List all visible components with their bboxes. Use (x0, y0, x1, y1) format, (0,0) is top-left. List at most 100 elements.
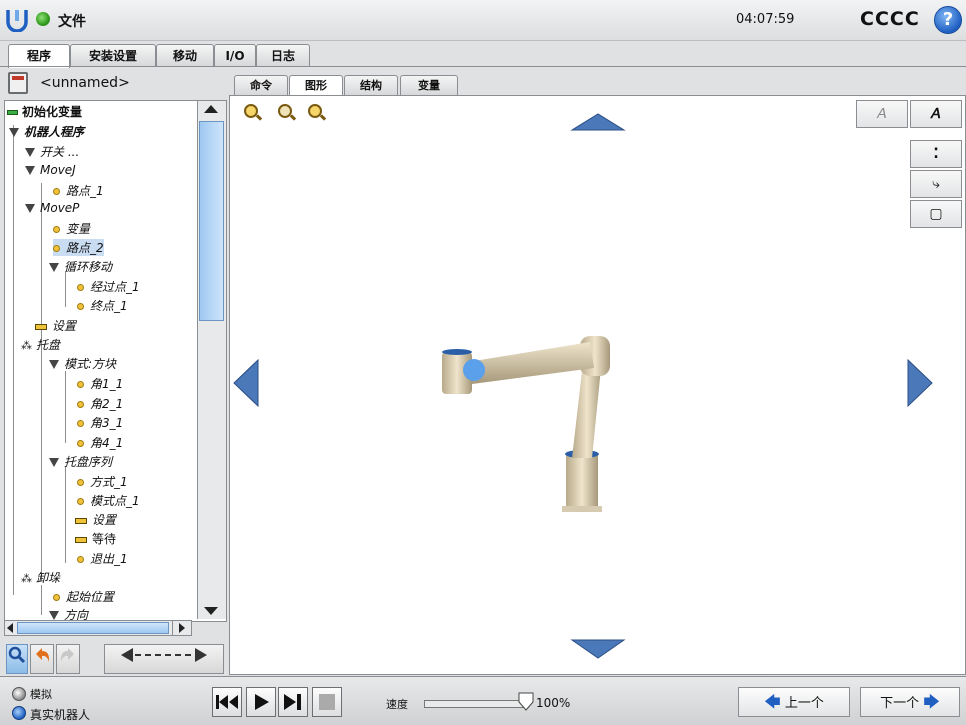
undo-button[interactable] (30, 644, 54, 674)
tree-item-corner-4[interactable]: 角4_1 (77, 434, 123, 451)
speed-slider-track[interactable] (424, 700, 528, 708)
program-tree: 初始化变量 机器人程序 开关 ... MoveJ 路点_1 MoveP 变量 路… (4, 100, 227, 622)
show-path-button[interactable]: ⤷ (910, 170, 962, 198)
robot-arm-illustration (442, 336, 610, 512)
search-button[interactable] (6, 644, 28, 674)
help-icon[interactable]: ? (934, 6, 962, 34)
simulation-label: 模拟 (30, 688, 52, 701)
scroll-up-icon[interactable] (204, 105, 218, 113)
tree-vertical-scrollbar[interactable] (197, 101, 226, 619)
speed-slider-fill (425, 701, 527, 707)
tree-item-approach[interactable]: 方式_1 (77, 473, 128, 490)
scroll-right-button[interactable] (172, 620, 192, 636)
pan-down-icon[interactable] (570, 638, 626, 660)
tree-item-circle-move[interactable]: 循环移动 (49, 258, 112, 275)
tree-item-corner-3[interactable]: 角3_1 (77, 414, 123, 431)
tree-item-end-point[interactable]: 终点_1 (77, 297, 128, 314)
tab-graphics[interactable]: 图形 (289, 75, 343, 96)
save-icon[interactable] (8, 72, 28, 94)
tree-item-set-2[interactable]: 设置 (75, 511, 116, 528)
tab-installation[interactable]: 安装设置 (70, 44, 156, 67)
tree-item-movep[interactable]: MoveP (25, 201, 79, 215)
tree-item-pattern-point[interactable]: 模式点_1 (77, 492, 140, 509)
tree-item-waypoint-1[interactable]: 路点_1 (53, 182, 104, 199)
redo-button[interactable] (56, 644, 80, 674)
graphics-view[interactable]: 𝘈 𝘈 ⁚ ⤷ ▢ (229, 95, 966, 675)
tree-hscroll-thumb[interactable] (17, 622, 169, 634)
tree-item-pallet-sequence[interactable]: 托盘序列 (49, 453, 112, 470)
tree-item-variable[interactable]: 变量 (53, 220, 90, 237)
tree-item-corner-2[interactable]: 角2_1 (77, 395, 123, 412)
search-icon (8, 646, 26, 664)
move-node-button[interactable] (104, 644, 224, 674)
tab-log[interactable]: 日志 (256, 44, 310, 67)
tree-item-via-point[interactable]: 经过点_1 (77, 278, 140, 295)
pan-right-icon[interactable] (906, 358, 934, 408)
tree-item-waypoint-2[interactable]: 路点_2 (53, 239, 104, 256)
play-icon (255, 694, 269, 710)
show-waypoints-button[interactable]: ⁚ (910, 140, 962, 168)
real-robot-radio[interactable] (12, 706, 26, 720)
tree-item-exit[interactable]: 退出_1 (77, 550, 128, 567)
step-button[interactable] (278, 687, 308, 717)
skip-back-icon (216, 695, 238, 709)
tab-command[interactable]: 命令 (234, 75, 288, 96)
redo-icon (61, 648, 74, 662)
show-boundaries-button[interactable]: ▢ (910, 200, 962, 228)
clock: 04:07:59 (736, 12, 795, 27)
tab-variables[interactable]: 变量 (400, 75, 458, 96)
previous-button[interactable]: 🡄 上一个 (738, 687, 850, 717)
tree-item-init-vars[interactable]: 初始化变量 (7, 103, 82, 120)
tree-item-unload[interactable]: ⁂ 卸垛 (21, 569, 60, 586)
tab-move[interactable]: 移动 (156, 44, 214, 67)
arrow-right-icon: 🡆 (923, 692, 940, 711)
program-name: <unnamed> (40, 75, 130, 91)
tree-horizontal-scrollbar[interactable] (4, 620, 192, 636)
next-label: 下一个 (880, 696, 920, 711)
top-bar (0, 0, 966, 41)
stop-button[interactable] (312, 687, 342, 717)
tab-program[interactable]: 程序 (8, 44, 70, 68)
robot-status-icon (36, 12, 50, 26)
tab-divider (0, 66, 966, 67)
tree-item-wait[interactable]: 等待 (75, 530, 116, 547)
speed-label: 速度 (386, 698, 408, 711)
tree-item-switch[interactable]: 开关 ... (25, 143, 79, 160)
undo-icon (36, 648, 49, 662)
tab-io[interactable]: I/O (214, 44, 256, 67)
tree-item-pallet[interactable]: ⁂ 托盘 (21, 336, 60, 353)
ur-logo-icon (6, 10, 28, 32)
scroll-left-icon[interactable] (7, 623, 13, 633)
speed-slider-thumb[interactable] (518, 692, 534, 712)
pan-up-icon[interactable] (570, 112, 626, 132)
zoom-in-icon[interactable] (244, 104, 258, 118)
view-toggle-active-button[interactable]: 𝘈 (910, 100, 962, 128)
zoom-out-icon[interactable] (308, 104, 322, 118)
left-right-arrow-icon (121, 648, 207, 662)
arrow-left-icon: 🡄 (764, 692, 781, 711)
previous-label: 上一个 (784, 696, 824, 711)
pan-left-icon[interactable] (232, 358, 260, 408)
tree-scroll-thumb[interactable] (199, 121, 224, 321)
zoom-reset-icon[interactable] (278, 104, 292, 118)
view-toggle-inactive-button[interactable]: 𝘈 (856, 100, 908, 128)
tree-item-corner-1[interactable]: 角1_1 (77, 375, 123, 392)
scroll-right-icon (179, 623, 185, 633)
speed-value: 100% (536, 696, 571, 710)
rewind-button[interactable] (212, 687, 242, 717)
tree-item-start-position[interactable]: 起始位置 (53, 588, 114, 605)
step-forward-icon (284, 694, 301, 710)
robot-name: CCCC (860, 8, 920, 30)
tab-structure[interactable]: 结构 (344, 75, 398, 96)
stop-icon (319, 694, 335, 710)
next-button[interactable]: 下一个 🡆 (860, 687, 960, 717)
tree-item-robot-program[interactable]: 机器人程序 (9, 123, 84, 140)
simulation-radio[interactable] (12, 687, 26, 701)
play-button[interactable] (246, 687, 276, 717)
tree-item-set[interactable]: 设置 (35, 317, 76, 334)
scroll-down-icon[interactable] (204, 607, 218, 615)
file-menu[interactable]: 文件 (58, 11, 86, 31)
tree-item-pattern[interactable]: 模式:方块 (49, 355, 116, 372)
tree-item-movej[interactable]: MoveJ (25, 163, 76, 177)
real-robot-label: 真实机器人 (30, 708, 91, 722)
